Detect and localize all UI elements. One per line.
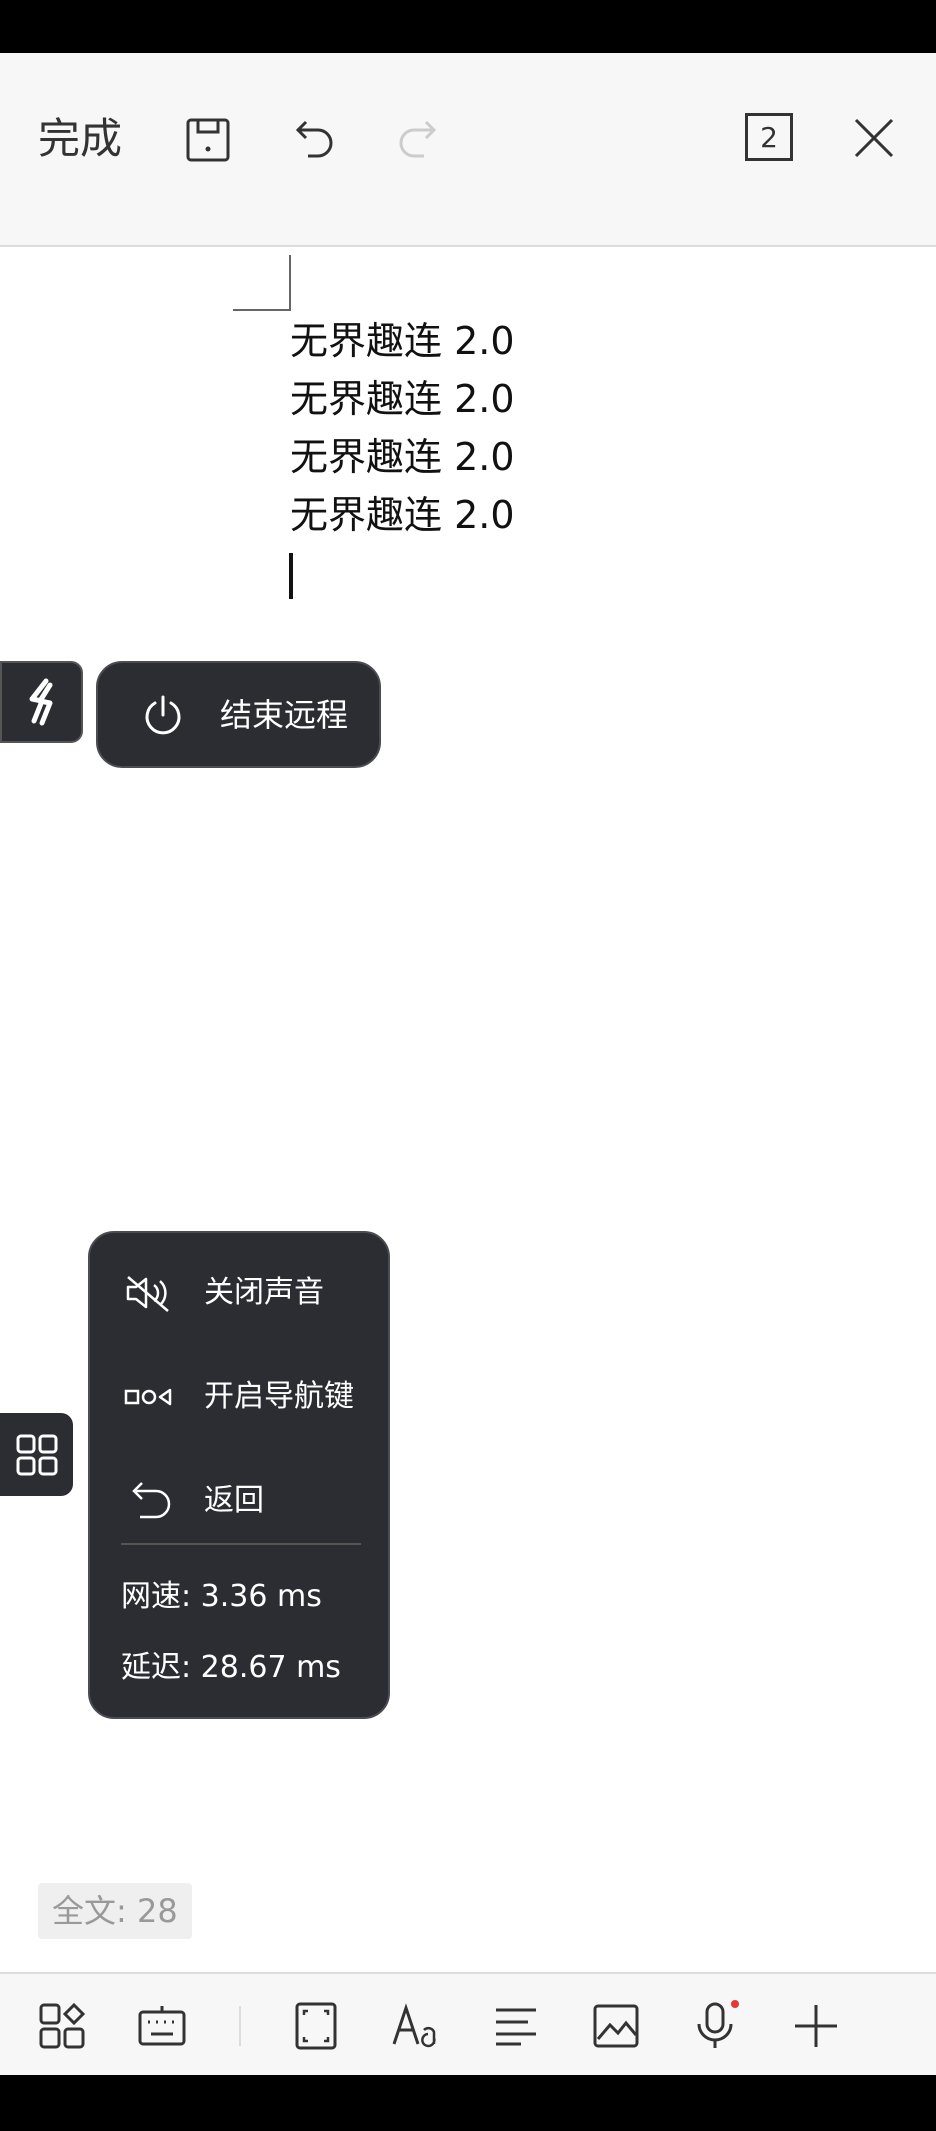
document-line: 无界趣连 2.0	[290, 435, 515, 479]
insert-image-icon[interactable]	[588, 1998, 644, 2054]
keyboard-icon[interactable]	[134, 1998, 190, 2054]
latency-readout: 延迟: 28.67 ms	[121, 1650, 341, 1685]
grid-icon	[16, 1434, 57, 1475]
document-line: 无界趣连 2.0	[290, 493, 515, 537]
microphone-icon[interactable]	[688, 1998, 744, 2054]
document-line: 无界趣连 2.0	[290, 319, 515, 363]
menu-item-label: 开启导航键	[204, 1379, 354, 1414]
end-remote-button[interactable]: 结束远程	[96, 661, 381, 768]
undo-icon[interactable]	[286, 110, 342, 170]
close-icon[interactable]	[846, 108, 902, 168]
speaker-muted-icon	[126, 1276, 169, 1312]
fullscreen-icon[interactable]	[288, 1998, 344, 2054]
align-left-icon[interactable]	[488, 1998, 544, 2054]
lightning-icon	[29, 678, 52, 726]
margin-corner-mark	[233, 255, 291, 311]
network-speed-readout: 网速: 3.36 ms	[121, 1579, 322, 1614]
power-icon	[145, 695, 181, 735]
word-count-badge: 全文: 28	[38, 1883, 192, 1939]
floating-menu: 关闭声音 开启导航键 返回 网速: 3.36 ms 延迟: 28.67 ms	[88, 1231, 390, 1719]
mute-sound-item[interactable]: 关闭声音	[90, 1257, 388, 1329]
add-icon[interactable]	[788, 1998, 844, 2054]
menu-item-label: 返回	[204, 1483, 264, 1518]
document-line: 无界趣连 2.0	[290, 377, 515, 421]
done-button[interactable]: 完成	[38, 112, 122, 166]
top-toolbar	[0, 53, 936, 247]
enable-nav-keys-item[interactable]: 开启导航键	[90, 1361, 388, 1433]
font-format-icon[interactable]	[388, 1998, 444, 2054]
menu-divider	[121, 1543, 361, 1545]
redo-icon[interactable]	[390, 110, 446, 170]
back-arrow-icon	[132, 1482, 171, 1519]
end-remote-label: 结束远程	[220, 696, 349, 734]
text-cursor	[289, 553, 293, 599]
remote-toggle-tab[interactable]	[0, 661, 83, 743]
menu-toggle-tab[interactable]	[0, 1413, 73, 1496]
menu-item-label: 关闭声音	[204, 1275, 324, 1310]
bottom-toolbar	[0, 1972, 936, 2075]
back-item[interactable]: 返回	[90, 1465, 388, 1537]
status-bar	[0, 0, 936, 53]
toolbar-separator	[239, 2006, 241, 2046]
system-nav-bar	[0, 2075, 936, 2131]
nav-keys-icon	[124, 1388, 172, 1406]
apps-icon[interactable]	[34, 1998, 90, 2054]
save-icon[interactable]	[180, 110, 236, 170]
page-count-badge[interactable]: 2	[745, 113, 793, 161]
